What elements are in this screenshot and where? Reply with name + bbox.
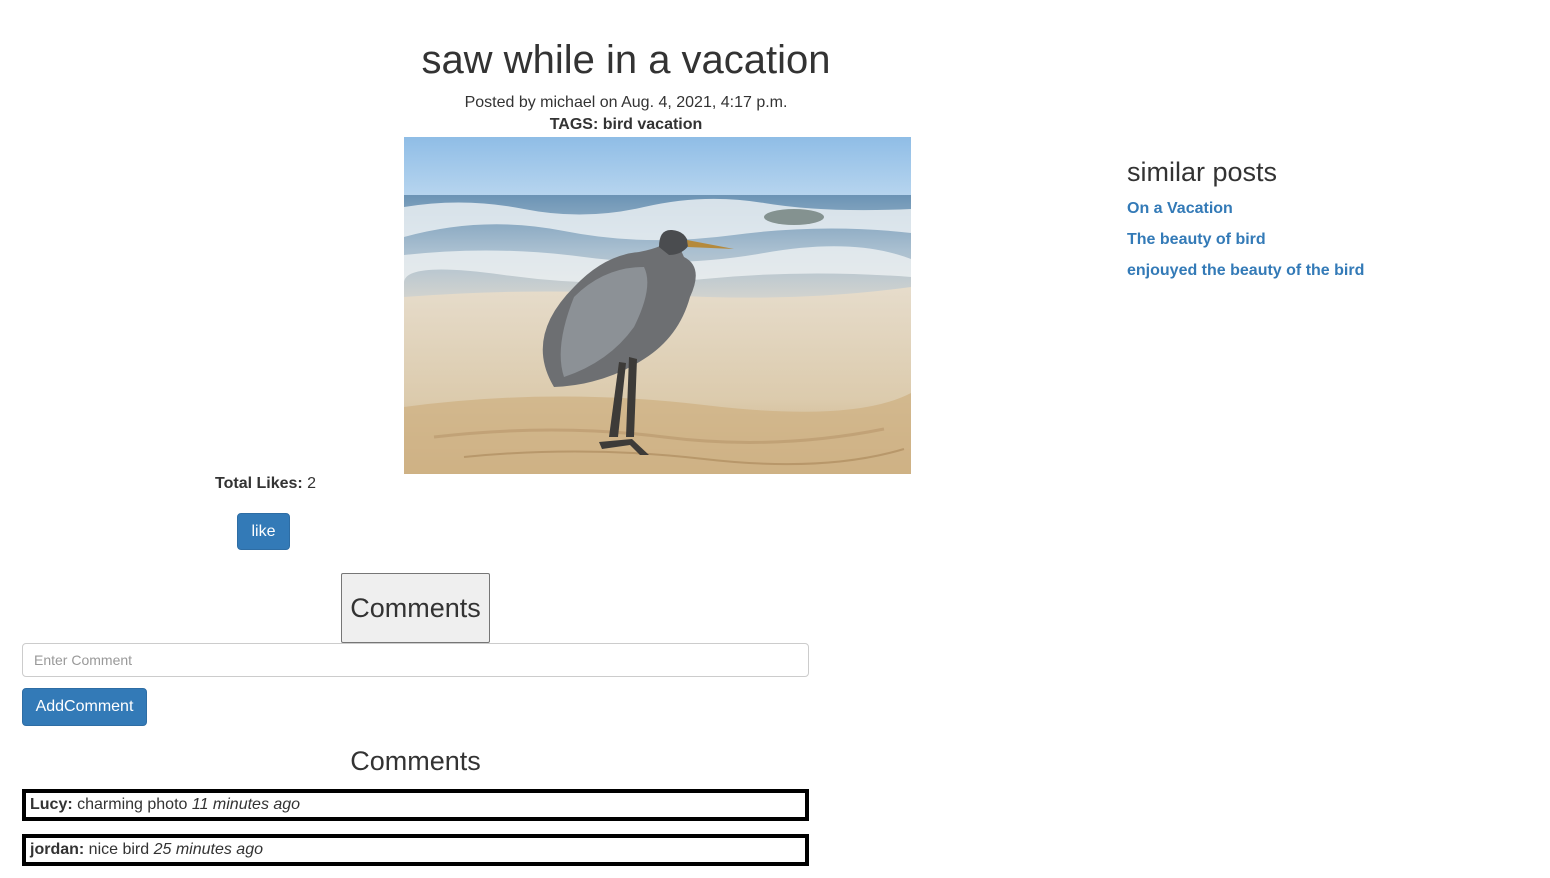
comment-author: Lucy:: [30, 796, 73, 813]
post-image: [404, 137, 911, 474]
comments-heading: Comments: [350, 746, 481, 776]
comment-text: nice bird: [84, 841, 154, 858]
comment-item: jordan: nice bird 25 minutes ago: [22, 834, 809, 866]
like-button[interactable]: like: [237, 513, 290, 550]
comment-item: Lucy: charming photo 11 minutes ago: [22, 789, 809, 821]
similar-posts-sidebar: similar posts On a Vacation The beauty o…: [1127, 155, 1487, 281]
total-likes-count: 2: [307, 475, 317, 492]
similar-post-link[interactable]: On a Vacation: [1127, 199, 1487, 219]
comment-time: 25 minutes ago: [153, 841, 263, 858]
comment-text: charming photo: [72, 796, 192, 813]
similar-posts-heading: similar posts: [1127, 157, 1278, 187]
total-likes: Total Likes: 2: [215, 474, 316, 494]
similar-post-link[interactable]: enjouyed the beauty of the bird: [1127, 261, 1487, 281]
post-title: saw while in a vacation: [421, 38, 831, 82]
similar-post-link[interactable]: The beauty of bird: [1127, 230, 1487, 250]
total-likes-label: Total Likes:: [215, 475, 303, 492]
comment-input[interactable]: [22, 643, 809, 677]
add-comment-button[interactable]: AddComment: [22, 688, 147, 726]
comment-author: jordan:: [30, 841, 85, 858]
post-tags: TAGS: bird vacation: [549, 116, 703, 133]
comment-time: 11 minutes ago: [191, 796, 301, 813]
post-meta: Posted by michael on Aug. 4, 2021, 4:17 …: [464, 94, 788, 111]
comments-toggle-button[interactable]: Comments: [341, 573, 490, 643]
